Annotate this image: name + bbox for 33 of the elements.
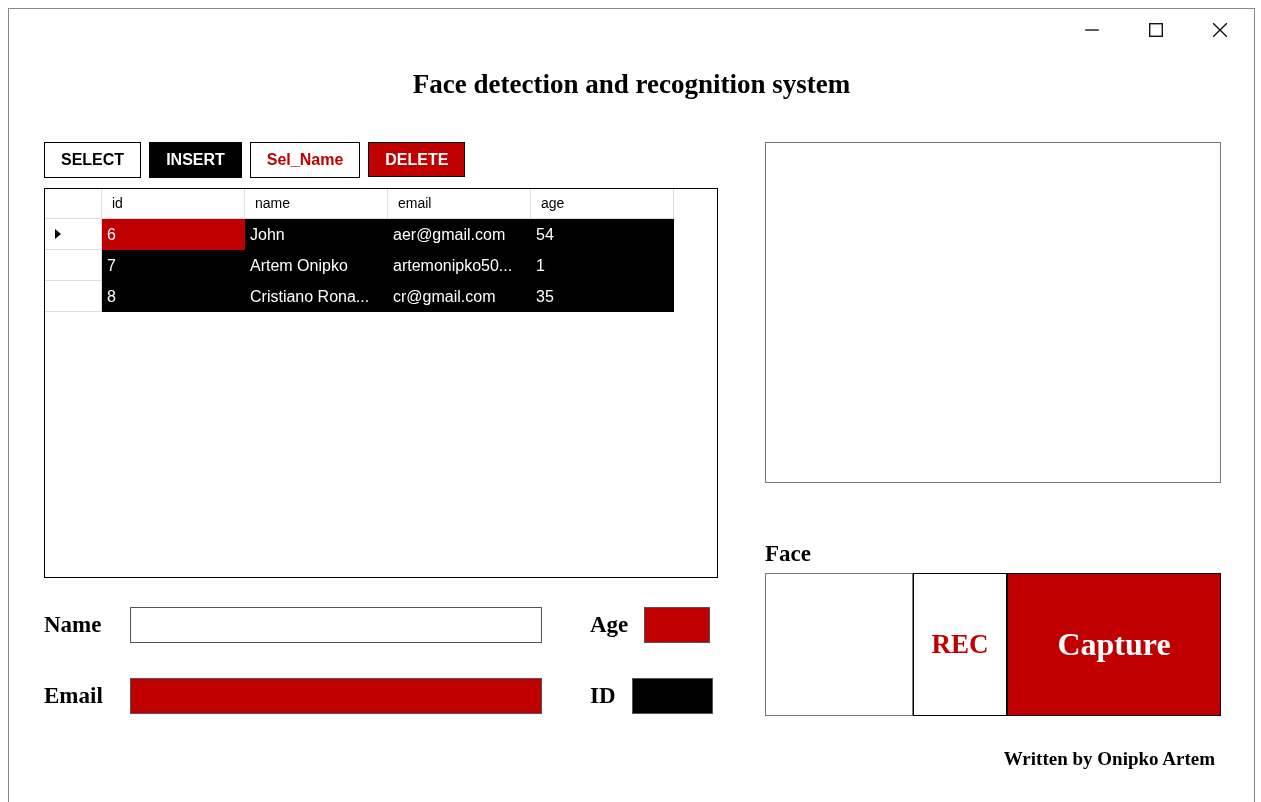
toolbar-button[interactable]: Sel_Name [249, 142, 361, 178]
current-row-icon [55, 229, 61, 239]
age-field[interactable] [644, 606, 711, 643]
age-label: Age [590, 611, 629, 638]
table-cell[interactable]: 35 [531, 281, 674, 312]
table-cell[interactable]: 6 [102, 219, 245, 250]
table-cell[interactable]: cr@gmail.com [388, 281, 531, 312]
table-cell[interactable]: 8 [102, 281, 245, 312]
row-header-corner [45, 189, 102, 219]
table-cell[interactable]: 54 [531, 219, 674, 250]
table-cell[interactable]: 1 [531, 250, 674, 281]
toolbar-button[interactable]: DELETE [368, 142, 466, 177]
close-icon[interactable] [1212, 22, 1228, 38]
table-cell[interactable]: artemonipko50... [388, 250, 531, 281]
author-credit: Written by Onipko Artem [1002, 748, 1216, 770]
window-title: Face detection and recognition system [411, 68, 852, 100]
name-label: Name [44, 611, 103, 638]
table-cell[interactable]: Artem Onipko [245, 250, 388, 281]
face-label: Face [765, 541, 812, 568]
rec-button[interactable]: REC [913, 573, 1007, 716]
capture-button[interactable]: Capture [1007, 573, 1221, 716]
table-cell[interactable]: 7 [102, 250, 245, 281]
toolbar-button[interactable]: INSERT [149, 142, 242, 178]
table-cell[interactable]: Cristiano Rona... [245, 281, 388, 312]
email-label: Email [44, 682, 104, 709]
toolbar-button[interactable]: SELECT [44, 142, 142, 178]
table-cell[interactable]: aer@gmail.com [388, 219, 531, 250]
table-cell[interactable]: John [245, 219, 388, 250]
maximize-icon[interactable] [1148, 22, 1164, 38]
id-label: ID [590, 682, 616, 709]
id-field[interactable] [631, 677, 713, 714]
name-field[interactable] [130, 606, 542, 643]
email-field[interactable] [130, 677, 542, 714]
